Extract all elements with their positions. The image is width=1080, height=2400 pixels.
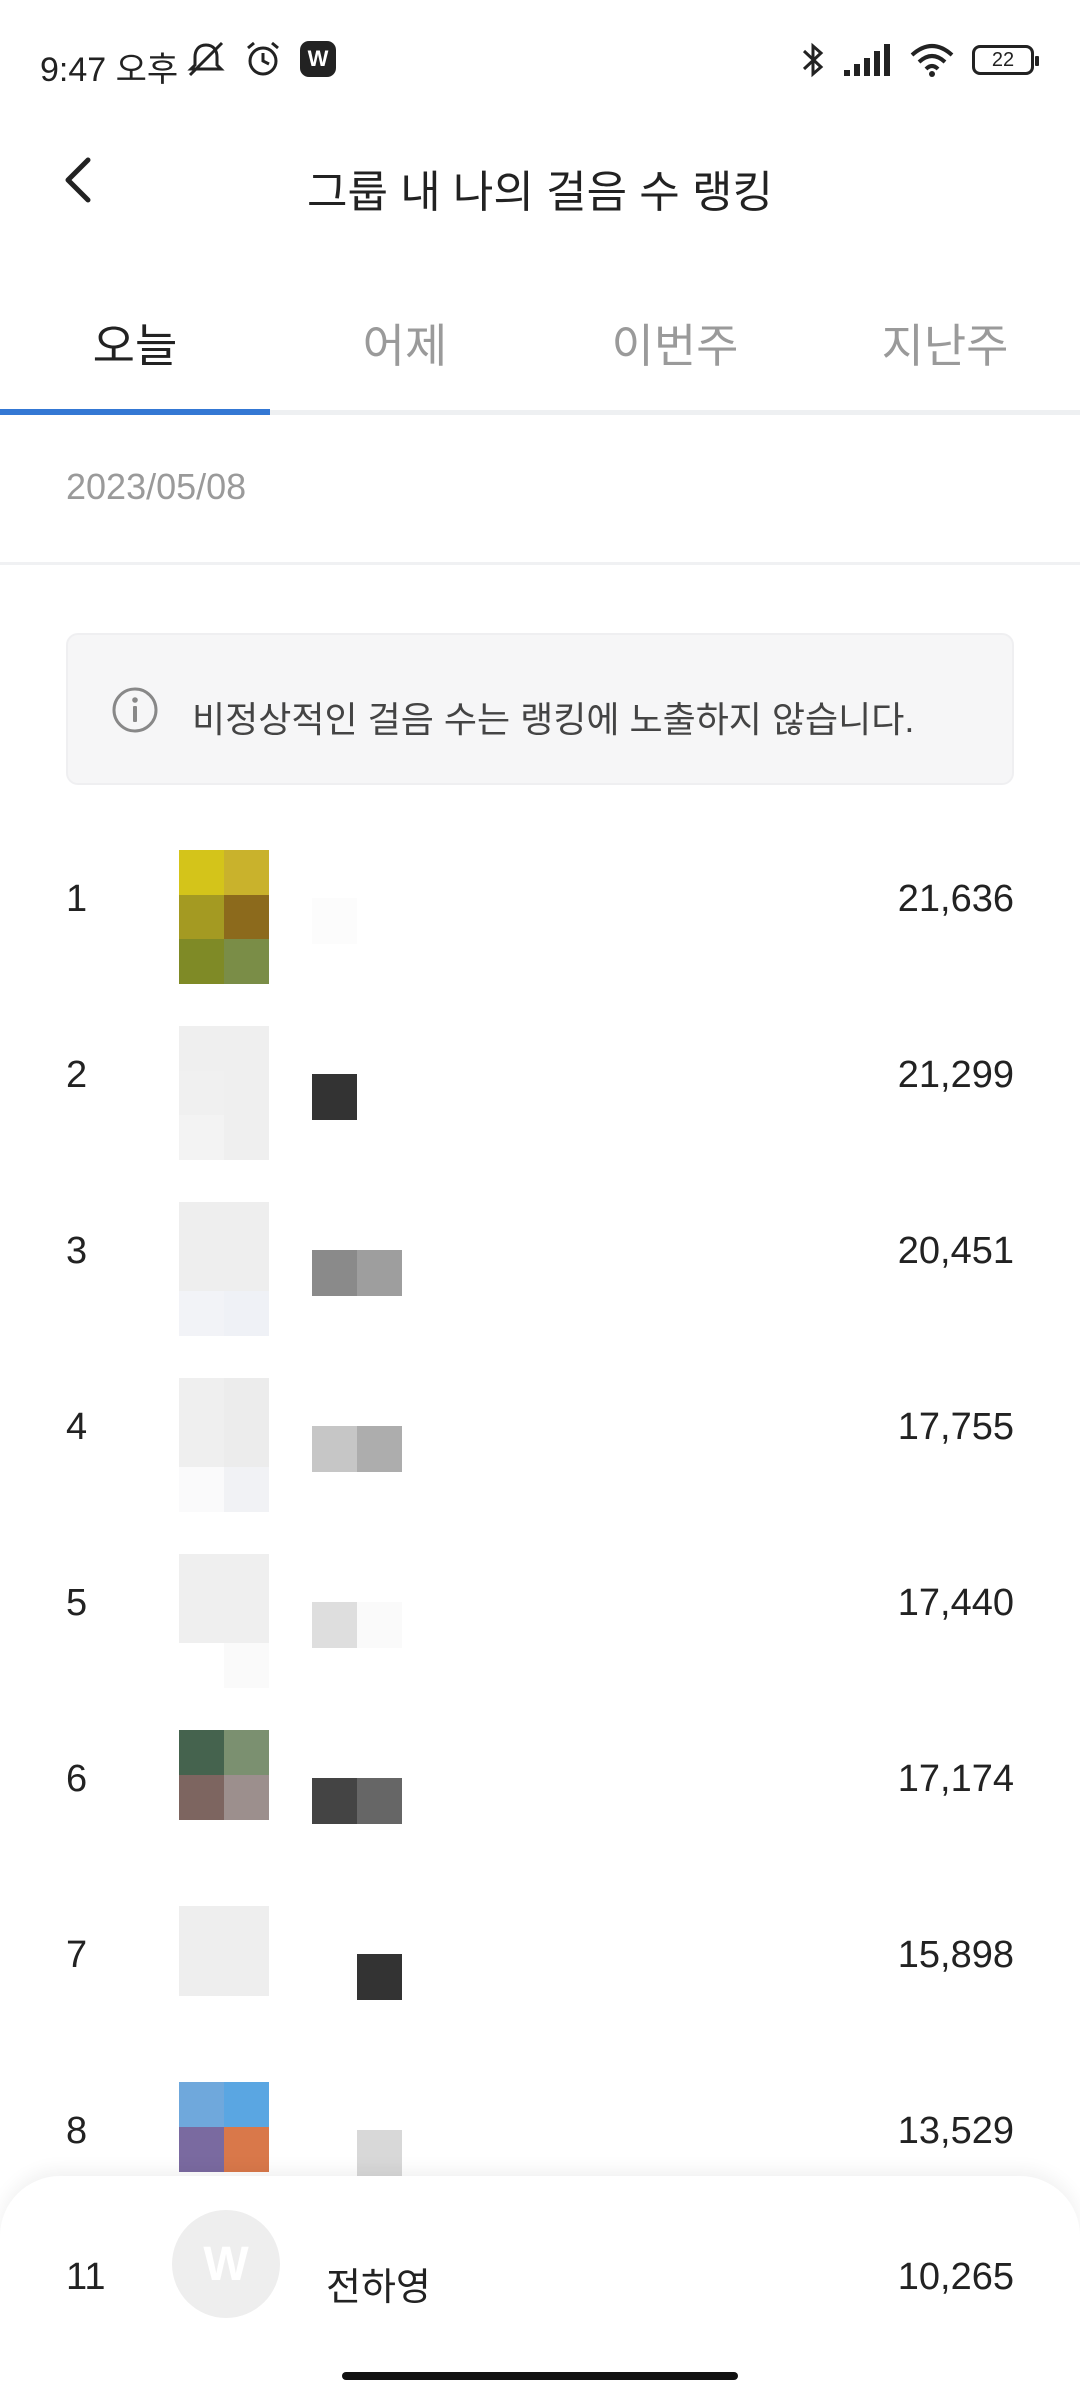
notice-text: 비정상적인 걸음 수는 랭킹에 노출하지 않습니다. bbox=[192, 699, 915, 740]
rank-number: 7 bbox=[66, 1934, 88, 1976]
my-step-count: 10,265 bbox=[897, 2256, 1014, 2298]
my-name: 전하영 bbox=[326, 2267, 431, 2309]
step-count: 21,636 bbox=[897, 878, 1014, 920]
ranking-date: 2023/05/08 bbox=[66, 466, 247, 507]
user-name-redacted bbox=[312, 1426, 402, 1472]
home-indicator[interactable] bbox=[342, 2372, 738, 2380]
avatar bbox=[179, 850, 269, 984]
status-bar: 9:47 오후 W 22 bbox=[0, 0, 1080, 110]
my-rank-row[interactable]: 11 W 전하영 10,265 bbox=[0, 2176, 1080, 2400]
avatar bbox=[179, 2082, 269, 2172]
period-tabs: 오늘 어제 이번주 지난주 bbox=[0, 270, 1080, 415]
user-name-redacted bbox=[312, 898, 357, 944]
divider bbox=[0, 562, 1080, 565]
active-tab-indicator bbox=[0, 409, 270, 415]
ranking-row[interactable]: 7 15,898 bbox=[0, 1864, 1080, 2040]
tab-today[interactable]: 오늘 bbox=[0, 310, 270, 376]
step-count: 21,299 bbox=[897, 1054, 1014, 1096]
wifi-icon bbox=[910, 44, 954, 77]
notice-box: 비정상적인 걸음 수는 랭킹에 노출하지 않습니다. bbox=[66, 633, 1014, 785]
page-title: 그룹 내 나의 걸음 수 랭킹 bbox=[307, 168, 773, 217]
rank-number: 2 bbox=[66, 1054, 88, 1096]
alarm-icon bbox=[247, 41, 279, 76]
bluetooth-icon bbox=[802, 42, 824, 78]
tab-yesterday[interactable]: 어제 bbox=[270, 310, 540, 376]
user-name-redacted bbox=[312, 1954, 402, 2000]
ranking-row[interactable]: 3 20,451 bbox=[0, 1160, 1080, 1336]
info-icon bbox=[112, 687, 158, 733]
tab-last-week[interactable]: 지난주 bbox=[810, 310, 1080, 376]
status-time: 9:47 오후 bbox=[40, 51, 179, 89]
rank-number: 8 bbox=[66, 2110, 88, 2152]
rank-number: 3 bbox=[66, 1230, 88, 1272]
status-icons-left: W bbox=[186, 40, 336, 78]
step-count: 17,440 bbox=[897, 1582, 1014, 1624]
rank-number: 5 bbox=[66, 1582, 88, 1624]
step-count: 20,451 bbox=[897, 1230, 1014, 1272]
ranking-row[interactable]: 4 17,755 bbox=[0, 1336, 1080, 1512]
tab-this-week[interactable]: 이번주 bbox=[540, 310, 810, 376]
step-count: 15,898 bbox=[897, 1934, 1014, 1976]
my-avatar: W bbox=[172, 2210, 280, 2318]
my-rank-number: 11 bbox=[66, 2256, 106, 2298]
user-name-redacted bbox=[312, 1778, 402, 1824]
user-name-redacted bbox=[312, 1074, 357, 1120]
rank-number: 6 bbox=[66, 1758, 88, 1800]
user-name-redacted bbox=[312, 1602, 402, 1648]
step-count: 17,174 bbox=[897, 1758, 1014, 1800]
status-icons-right: 22 bbox=[800, 40, 1039, 80]
ranking-row[interactable]: 1 21,636 bbox=[0, 808, 1080, 984]
user-name-redacted bbox=[312, 2130, 402, 2176]
app-notification-icon: W bbox=[300, 41, 336, 77]
avatar bbox=[179, 1202, 269, 1336]
battery-icon: 22 bbox=[972, 45, 1039, 75]
ranking-row[interactable]: 5 17,440 bbox=[0, 1512, 1080, 1688]
avatar bbox=[179, 1906, 269, 1996]
mute-notifications-icon bbox=[187, 41, 225, 77]
user-name-redacted bbox=[312, 1250, 402, 1296]
ranking-row[interactable]: 2 21,299 bbox=[0, 984, 1080, 1160]
app-header: 그룹 내 나의 걸음 수 랭킹 bbox=[0, 110, 1080, 250]
rank-number: 4 bbox=[66, 1406, 88, 1448]
step-count: 13,529 bbox=[897, 2110, 1014, 2152]
signal-icon bbox=[844, 44, 890, 76]
avatar bbox=[179, 1378, 269, 1512]
rank-number: 1 bbox=[66, 878, 88, 920]
ranking-row[interactable]: 6 17,174 bbox=[0, 1688, 1080, 1864]
step-count: 17,755 bbox=[897, 1406, 1014, 1448]
avatar bbox=[179, 1026, 269, 1160]
avatar bbox=[179, 1554, 269, 1688]
avatar bbox=[179, 1730, 269, 1820]
